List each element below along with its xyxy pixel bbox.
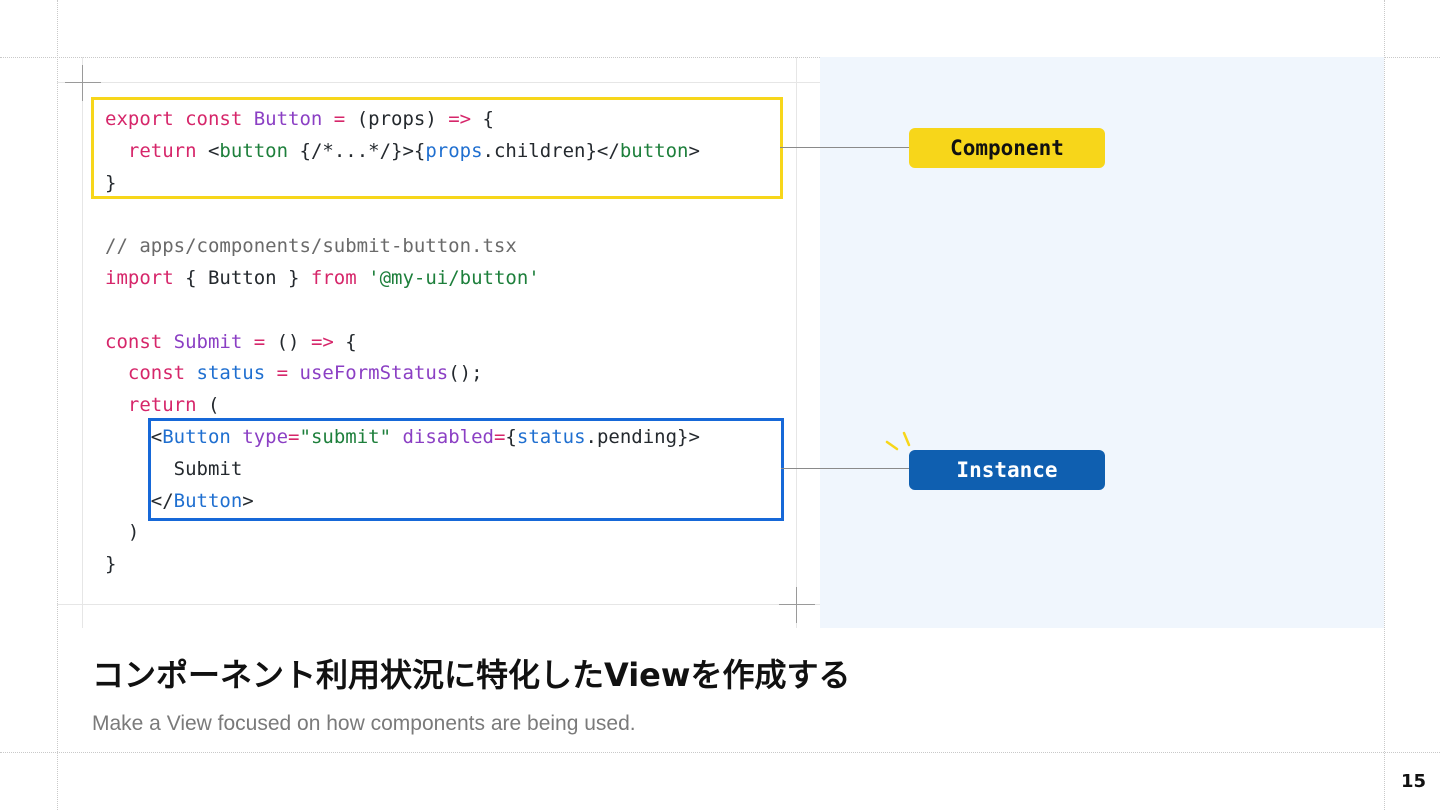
code-token: => xyxy=(310,330,346,353)
code-token: status xyxy=(196,362,277,385)
code-token: { Button } xyxy=(185,266,311,289)
code-line: // apps/components/submit-button.tsx xyxy=(105,231,700,263)
subheadline: Make a View focused on how components ar… xyxy=(92,712,636,735)
code-line: ) xyxy=(105,517,700,549)
crosshair-icon xyxy=(779,587,815,623)
guide-line-left xyxy=(57,0,58,810)
code-token: useFormStatus xyxy=(299,362,449,385)
headline: コンポーネント利用状況に特化したViewを作成する xyxy=(92,656,851,694)
code-token: () xyxy=(276,330,311,353)
code-frame-top xyxy=(57,82,820,83)
code-token: const xyxy=(127,362,197,385)
code-frame-left xyxy=(82,57,83,628)
code-frame-right xyxy=(796,57,797,628)
code-token: { xyxy=(345,330,357,353)
code-token: ) xyxy=(105,521,140,544)
code-token: = xyxy=(276,362,300,385)
code-line: const status = useFormStatus(); xyxy=(105,358,700,390)
instance-highlight-box xyxy=(148,418,784,521)
code-token: '@my-ui/button' xyxy=(368,266,540,289)
page-number: 15 xyxy=(1400,771,1426,792)
code-line: const Submit = () => { xyxy=(105,327,700,359)
code-token: (); xyxy=(448,362,483,385)
guide-line-right xyxy=(1384,0,1385,810)
code-token: // apps/components/submit-button.tsx xyxy=(105,235,517,258)
instance-connector xyxy=(781,468,909,469)
code-token: from xyxy=(310,266,369,289)
sparkle-icon xyxy=(885,431,911,451)
instance-label: Instance xyxy=(909,450,1105,490)
code-token: Submit xyxy=(173,330,254,353)
code-token: return xyxy=(127,394,208,417)
code-line: } xyxy=(105,549,700,581)
code-token: import xyxy=(105,266,186,289)
component-connector xyxy=(780,147,909,148)
code-frame-bottom xyxy=(57,604,820,605)
code-token: ( xyxy=(207,394,220,417)
code-token: = xyxy=(253,330,277,353)
code-line: import { Button } from '@my-ui/button' xyxy=(105,263,700,295)
guide-line-bottom xyxy=(0,752,1440,753)
crosshair-icon xyxy=(65,65,101,101)
code-token: } xyxy=(105,553,117,576)
component-label: Component xyxy=(909,128,1105,168)
component-highlight-box xyxy=(91,97,783,199)
code-token: const xyxy=(105,330,174,353)
